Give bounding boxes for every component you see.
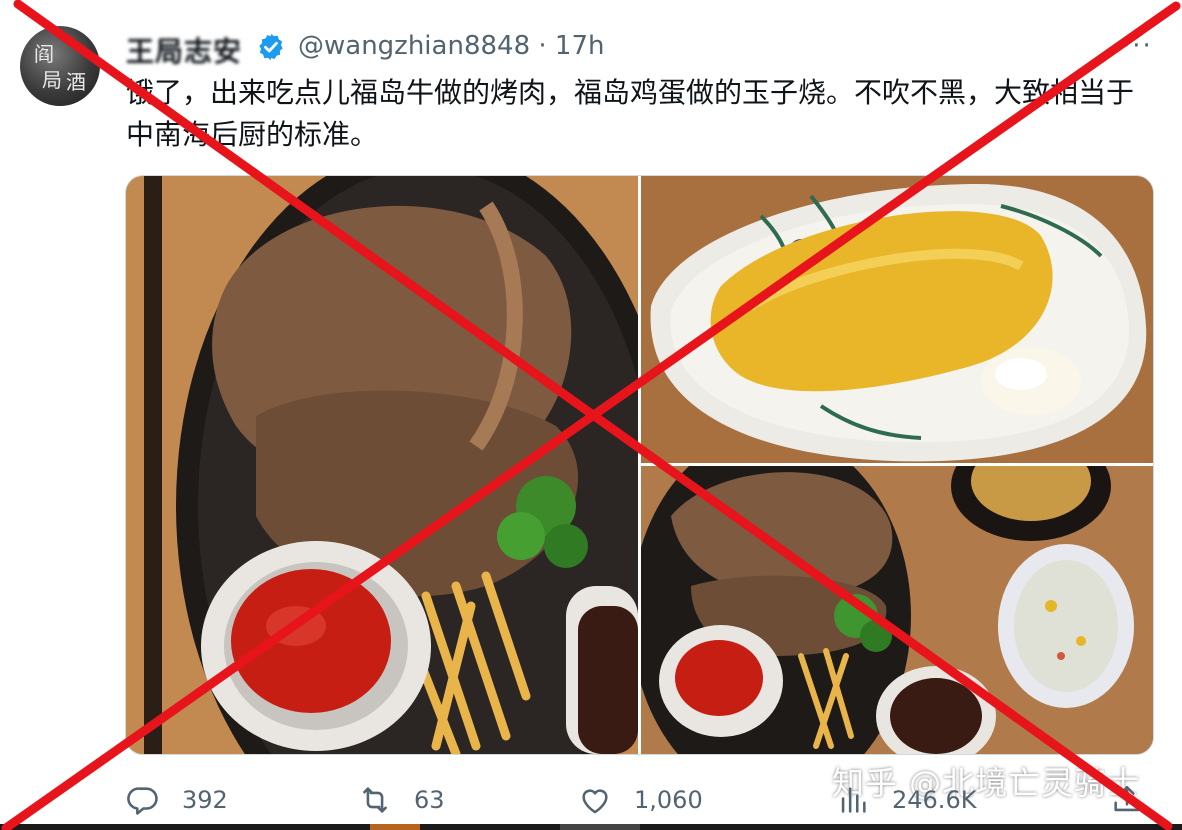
avatar-char: 酒 [66, 70, 86, 94]
author-name[interactable]: 王局志安 [126, 30, 242, 70]
photo-steak[interactable] [126, 176, 638, 754]
views-icon [841, 787, 866, 813]
like-button[interactable]: 1,060 [578, 780, 703, 820]
reply-count: 392 [182, 786, 228, 814]
retweet-icon [363, 787, 387, 813]
reply-button[interactable]: 392 [126, 780, 228, 820]
verified-badge-icon[interactable] [256, 32, 286, 62]
retweet-count: 63 [414, 786, 445, 814]
avatar-char: 阎 [34, 42, 54, 66]
retweet-button[interactable]: 63 [358, 780, 445, 820]
like-icon [582, 789, 608, 814]
avatar-char: 局 [42, 68, 62, 92]
more-icon[interactable]: ··· [1122, 31, 1153, 61]
bottom-strip [0, 824, 1182, 830]
photo-tamagoyaki[interactable] [641, 176, 1153, 463]
author-handle[interactable]: @wangzhian8848 [298, 31, 530, 61]
views-button[interactable]: 246.6K [836, 780, 976, 820]
tweet-time[interactable]: 17h [555, 31, 605, 61]
action-bar: 392 63 1,060 246.6K [0, 780, 1182, 824]
tweet-text: 饿了，出来吃点儿福岛牛做的烤肉，福岛鸡蛋做的玉子烧。不吹不黑，大致相当于中南海后… [126, 76, 1135, 151]
media-grid [125, 175, 1154, 755]
like-count: 1,060 [634, 786, 703, 814]
avatar[interactable]: 阎 局 酒 [20, 26, 100, 106]
photo-set-meal[interactable] [641, 466, 1153, 754]
meta-separator: · [538, 31, 547, 61]
strip-accent [370, 824, 420, 830]
share-button[interactable] [1110, 780, 1144, 820]
reply-icon [127, 787, 158, 815]
author-meta: @wangzhian8848 · 17h [298, 31, 604, 61]
strip-segment [560, 824, 640, 830]
views-count: 246.6K [892, 786, 977, 814]
share-icon [1114, 785, 1140, 812]
